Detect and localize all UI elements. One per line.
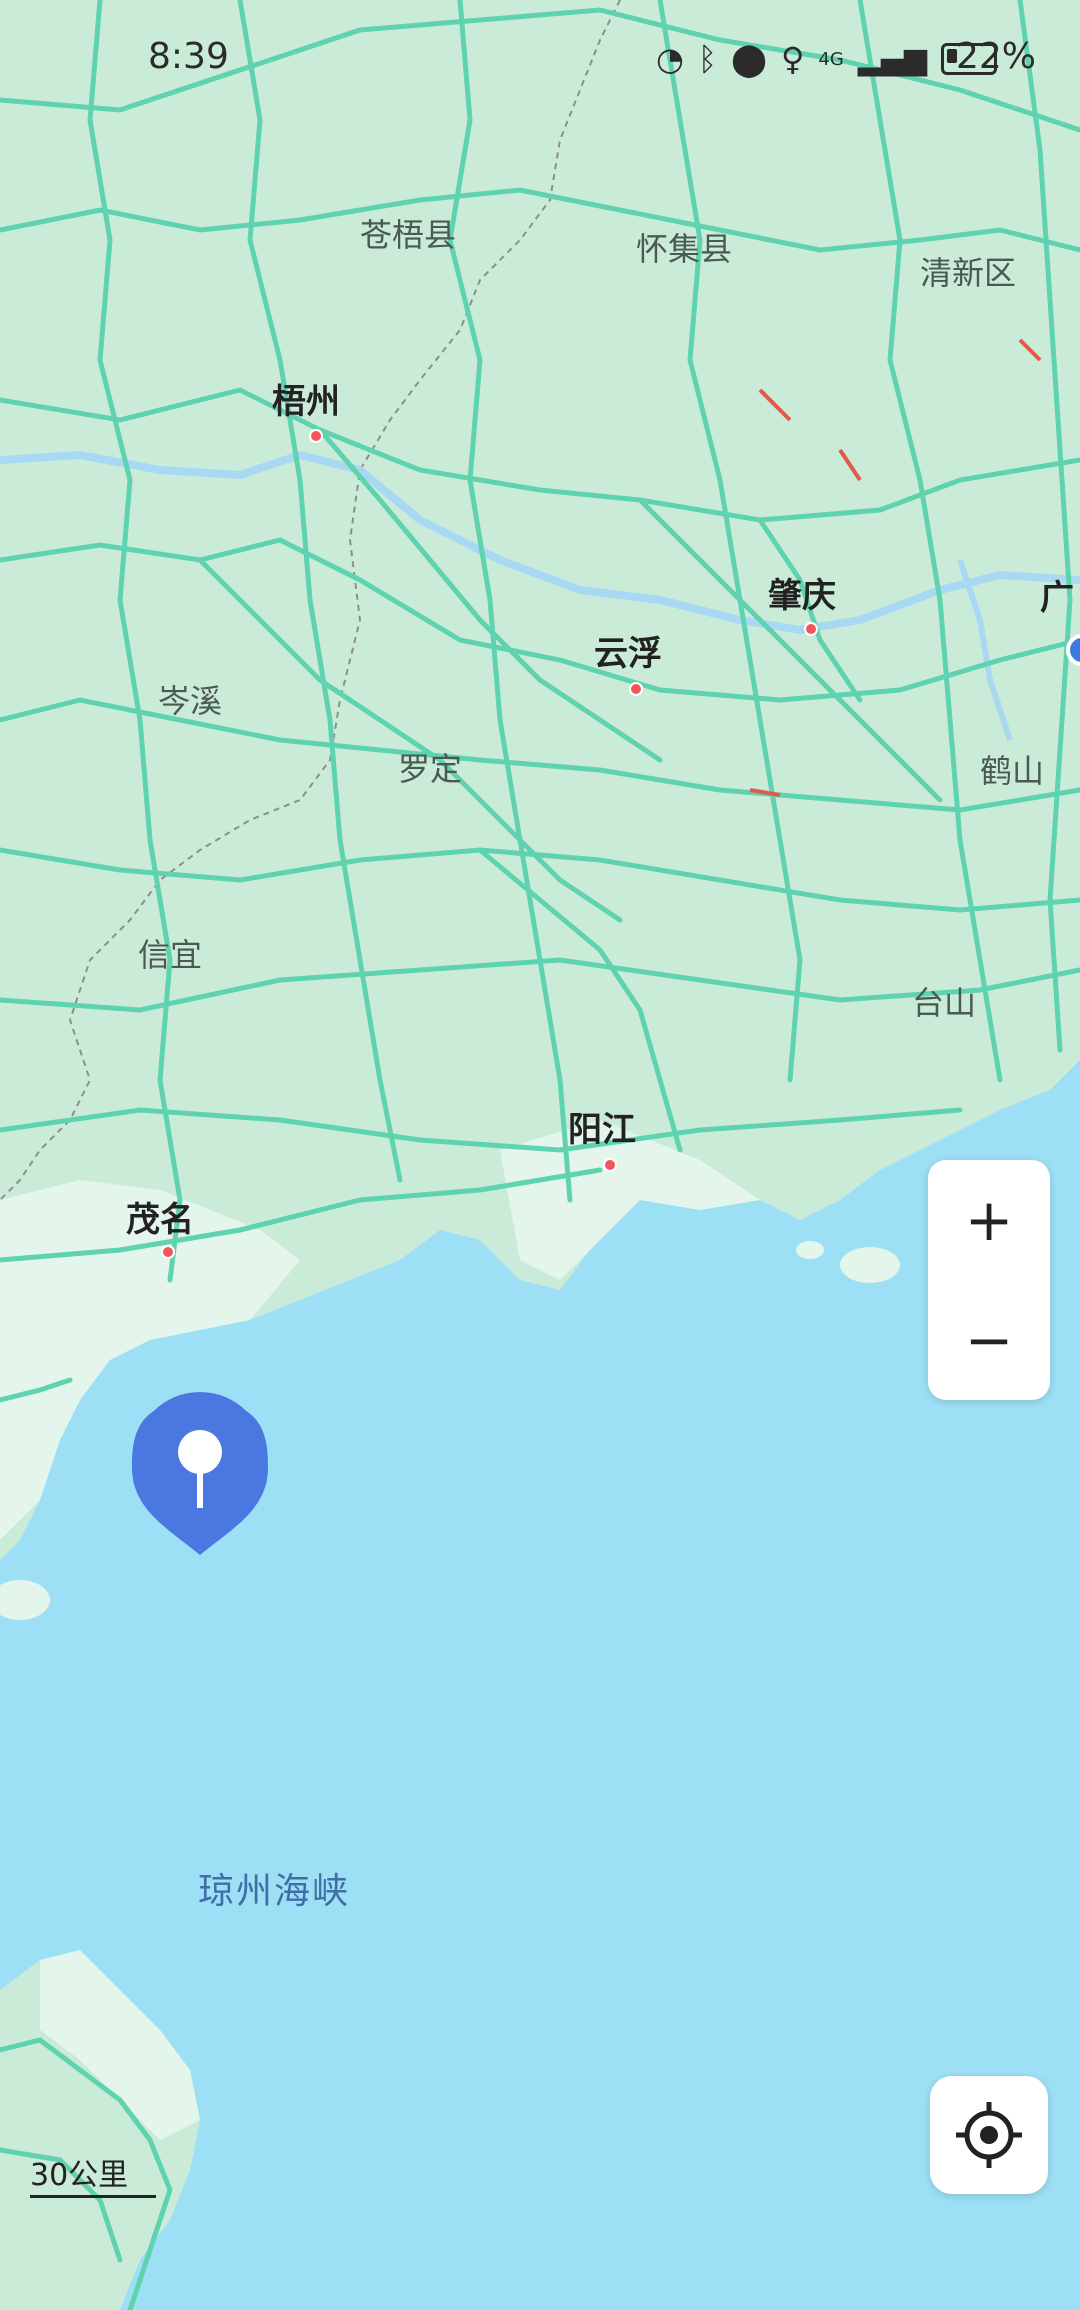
label-zhaoqing: 肇庆: [768, 576, 836, 616]
zoom-out-button[interactable]: −: [928, 1280, 1050, 1400]
label-wuzhou: 梧州: [272, 382, 340, 422]
network-type: 4G: [818, 48, 844, 70]
label-qiongzhou-strait: 琼州海峡: [198, 1871, 351, 1912]
battery-percent: 22%: [956, 36, 1037, 77]
label-heshan: 鹤山: [980, 752, 1045, 790]
label-guangzhou-partial: 广: [1040, 578, 1074, 618]
city-dot-maoming: [161, 1245, 175, 1259]
city-dot-yunfu: [629, 682, 643, 696]
locate-crosshair-icon: [956, 2102, 1022, 2168]
bluetooth-icon: ᛒ: [697, 40, 718, 78]
label-taishan: 台山: [912, 984, 977, 1022]
island: [840, 1247, 900, 1283]
current-location-dot: [1066, 634, 1080, 666]
label-cenxi: 岑溪: [158, 682, 223, 720]
label-maoming: 茂名: [126, 1200, 194, 1240]
status-icons: ◔ ᛒ ⬤ ♀ 4G ▂▄▆: [656, 40, 997, 78]
signal-icon: ▂▄▆: [857, 41, 927, 77]
zoom-control: + −: [928, 1160, 1050, 1400]
city-dot-zhaoqing: [804, 622, 818, 636]
microphone-icon: ♀: [780, 40, 805, 78]
locate-button[interactable]: [930, 2076, 1048, 2194]
scale-bar: [30, 2195, 156, 2198]
label-huaiji: 怀集县: [636, 230, 733, 268]
status-time: 8:39: [148, 36, 229, 77]
island: [796, 1241, 824, 1259]
location-icon: ⬤: [731, 40, 767, 78]
speed-icon: ◔: [656, 40, 684, 78]
city-dot-yangjiang: [603, 1158, 617, 1172]
zoom-in-button[interactable]: +: [928, 1160, 1050, 1280]
label-qingxin: 清新区: [920, 254, 1017, 292]
city-dot-wuzhou: [309, 429, 323, 443]
label-luoding: 罗定: [398, 750, 463, 788]
label-yangjiang: 阳江: [568, 1110, 636, 1150]
map-canvas[interactable]: [0, 0, 1080, 2310]
scale-label: 30公里: [30, 2158, 129, 2193]
label-yunfu: 云浮: [594, 634, 662, 674]
label-xinyi: 信宜: [138, 936, 203, 974]
label-cangwu: 苍梧县: [360, 216, 457, 254]
